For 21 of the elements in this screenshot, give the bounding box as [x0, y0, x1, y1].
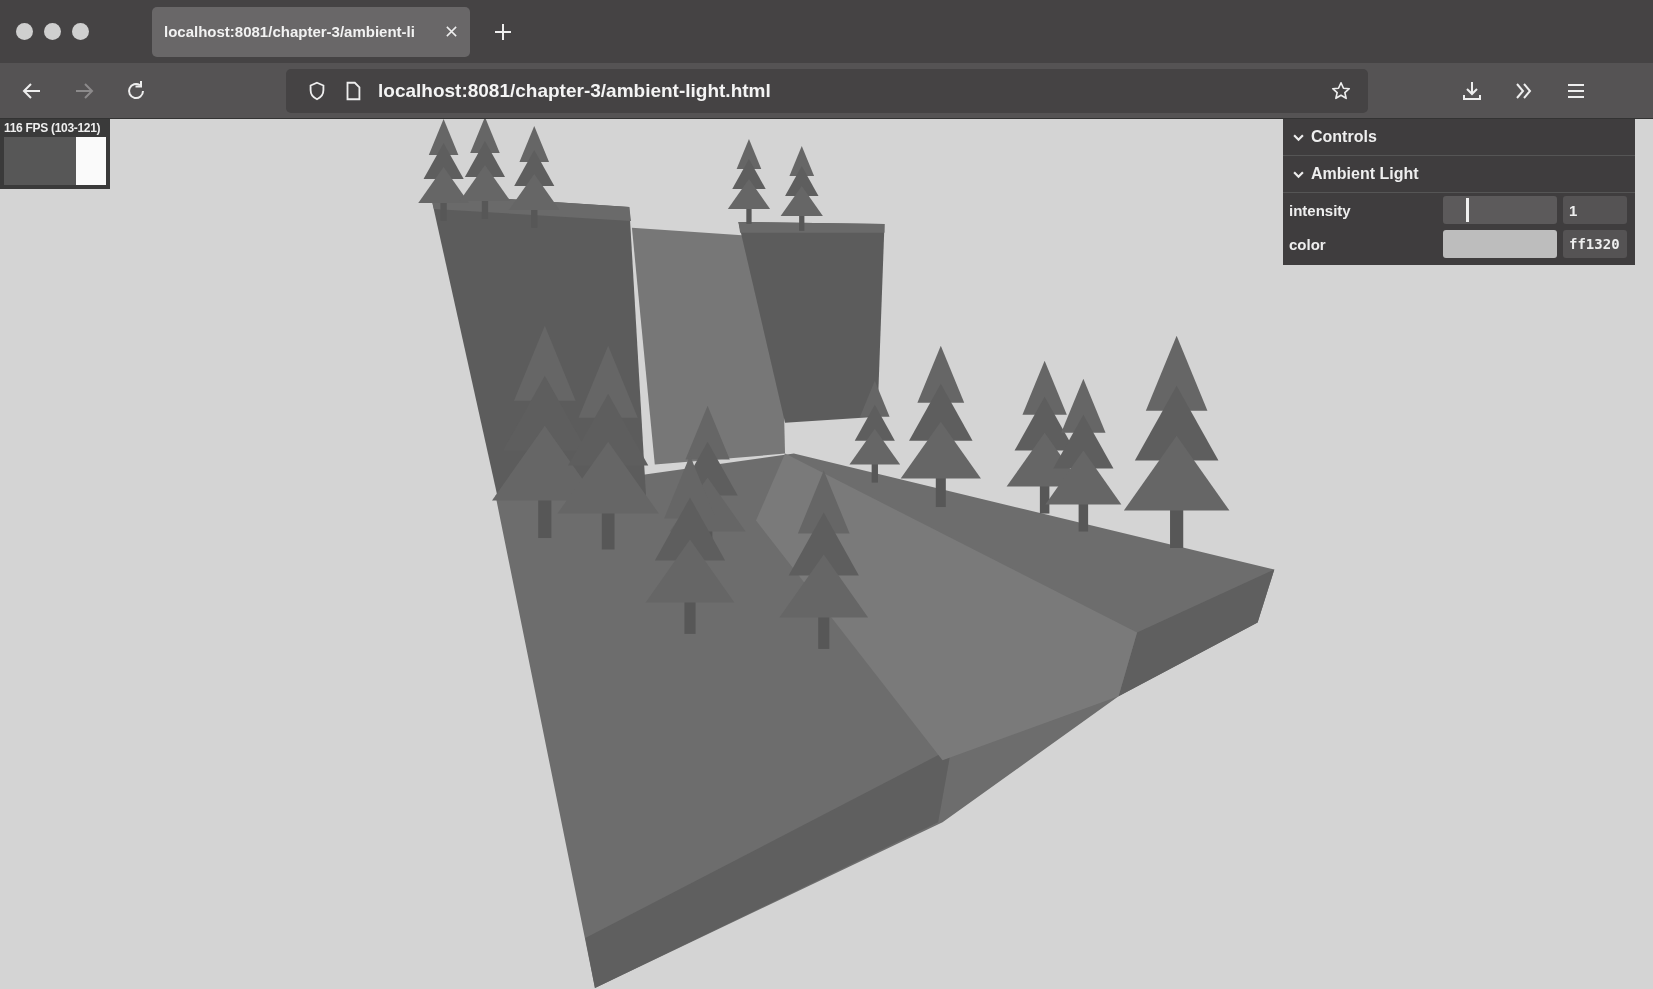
- panel-title: Controls: [1311, 128, 1377, 146]
- address-bar[interactable]: localhost:8081/chapter-3/ambient-light.html: [286, 68, 1368, 113]
- folder-title: Ambient Light: [1311, 165, 1419, 183]
- color-field[interactable]: ff1320: [1563, 230, 1627, 258]
- browser-tab[interactable]: localhost:8081/chapter-3/ambient-li: [152, 6, 470, 57]
- color-swatch[interactable]: [1443, 230, 1557, 258]
- control-label: intensity: [1289, 201, 1352, 219]
- star-icon[interactable]: [1330, 79, 1352, 102]
- slider-thumb[interactable]: [1465, 198, 1469, 222]
- folder-header[interactable]: Ambient Light: [1283, 156, 1635, 193]
- close-button[interactable]: [16, 23, 33, 40]
- zoom-button[interactable]: [72, 23, 89, 40]
- minimize-button[interactable]: [44, 23, 61, 40]
- number-field[interactable]: 1: [1563, 196, 1627, 224]
- close-icon[interactable]: [445, 25, 458, 38]
- tab-title: localhost:8081/chapter-3/ambient-li: [164, 23, 416, 40]
- new-tab-icon[interactable]: [494, 22, 512, 41]
- fps-counter: 116 FPS (103-121): [4, 121, 102, 135]
- controls-header[interactable]: Controls: [1283, 119, 1635, 156]
- intensity-slider[interactable]: [1443, 196, 1557, 224]
- control-label: color: [1289, 235, 1327, 253]
